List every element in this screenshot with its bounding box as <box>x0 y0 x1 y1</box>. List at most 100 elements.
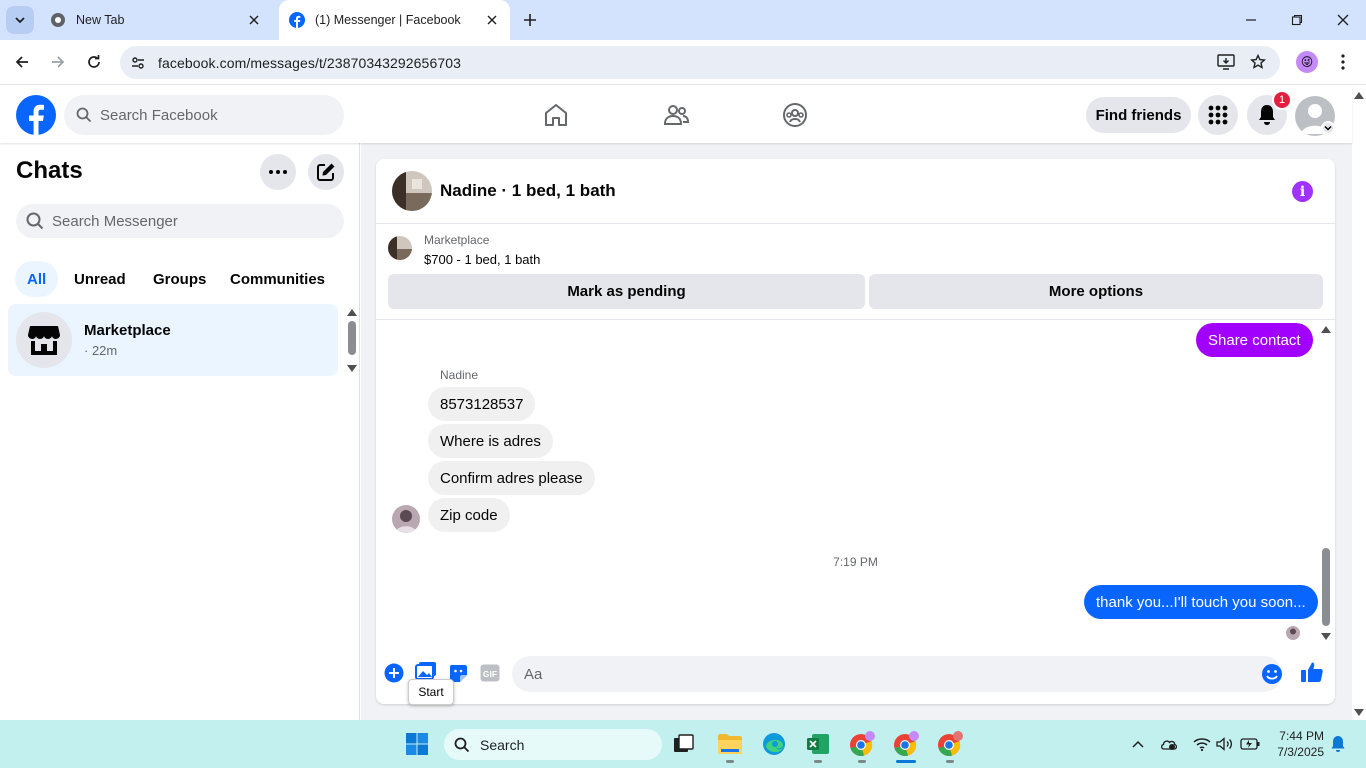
notification-center-button[interactable] <box>1328 734 1348 754</box>
chrome-profile-2-button[interactable] <box>890 728 922 760</box>
task-view-button[interactable] <box>668 728 700 760</box>
find-friends-button[interactable]: Find friends <box>1086 97 1191 133</box>
bell-icon <box>1259 105 1275 125</box>
more-actions-button[interactable] <box>382 661 406 685</box>
message-input-box[interactable] <box>512 656 1282 692</box>
onedrive-tray-icon[interactable] <box>1159 734 1179 754</box>
chat-item-marketplace[interactable]: Marketplace · 22m <box>8 304 338 376</box>
listing-photo <box>388 236 412 260</box>
windows-taskbar: Search 7:44 PM 7/3/2025 <box>0 720 1366 768</box>
chats-scroll-up[interactable] <box>347 308 357 316</box>
messages-scroll-up[interactable] <box>1321 325 1331 333</box>
account-caret[interactable] <box>1321 121 1335 135</box>
excel-button[interactable] <box>802 728 834 760</box>
message-incoming[interactable]: 8573128537 <box>428 387 536 421</box>
tab-messenger[interactable]: (1) Messenger | Facebook <box>279 0 510 40</box>
chats-options-button[interactable] <box>260 154 296 190</box>
url-text: facebook.com/messages/t/2387034329265670… <box>158 54 461 71</box>
new-tab-button[interactable] <box>518 8 542 32</box>
chats-scroll-thumb[interactable] <box>348 321 356 355</box>
gif-button[interactable]: GIF <box>478 661 502 685</box>
sender-photo <box>392 505 420 533</box>
filter-groups[interactable]: Groups <box>141 261 218 297</box>
close-tab-icon[interactable] <box>484 12 500 28</box>
page-scrollbar[interactable] <box>1352 86 1366 720</box>
like-button[interactable] <box>1300 660 1324 684</box>
chats-scroll-down[interactable] <box>347 364 357 372</box>
close-tab-icon[interactable] <box>246 12 262 28</box>
messages-scroll-thumb[interactable] <box>1322 548 1330 626</box>
filter-all[interactable]: All <box>15 261 59 297</box>
conversation-panel: Nadine · 1 bed, 1 bath i Marketplace $70… <box>376 159 1335 704</box>
file-explorer-button[interactable] <box>714 728 746 760</box>
close-window-button[interactable] <box>1320 0 1366 40</box>
more-horizontal-icon <box>269 170 287 174</box>
new-message-button[interactable] <box>308 154 344 190</box>
reload-button[interactable] <box>82 50 106 74</box>
filter-communities[interactable]: Communities <box>218 261 337 297</box>
back-button[interactable] <box>10 50 34 74</box>
clock-date: 7/3/2025 <box>1277 745 1324 759</box>
chevron-up-icon <box>1132 740 1144 748</box>
start-button[interactable] <box>401 728 433 760</box>
page-scroll-up[interactable] <box>1354 91 1364 99</box>
filter-unread[interactable]: Unread <box>62 261 138 297</box>
storefront-icon <box>28 326 60 355</box>
mark-as-pending-button[interactable]: Mark as pending <box>388 274 865 309</box>
volume-tray-icon[interactable] <box>1215 734 1235 754</box>
tab-new-tab[interactable]: New Tab <box>40 0 272 40</box>
system-clock[interactable]: 7:44 PM 7/3/2025 <box>1268 728 1324 760</box>
forward-button[interactable] <box>46 50 70 74</box>
nav-home[interactable] <box>539 98 573 132</box>
address-bar[interactable]: facebook.com/messages/t/2387034329265670… <box>120 46 1280 79</box>
edge-button[interactable] <box>758 728 790 760</box>
menu-button[interactable] <box>1198 95 1238 135</box>
wifi-icon <box>1193 738 1211 751</box>
chrome-profile-1-button[interactable] <box>846 728 878 760</box>
messenger-search[interactable] <box>16 204 344 238</box>
browser-profile-avatar[interactable]: 😜 <box>1296 51 1318 73</box>
page-scroll-down[interactable] <box>1354 708 1364 716</box>
wifi-tray-icon[interactable] <box>1192 734 1212 754</box>
emoji-button[interactable] <box>1260 662 1284 686</box>
listing-avatar[interactable] <box>392 171 432 211</box>
plus-circle-icon <box>384 663 404 683</box>
speaker-icon <box>1216 737 1233 751</box>
show-hidden-icons-button[interactable] <box>1128 734 1148 754</box>
chat-item-time: · 22m <box>84 343 118 358</box>
taskbar-search[interactable]: Search <box>444 729 662 760</box>
conversation-title[interactable]: Nadine · 1 bed, 1 bath <box>440 181 616 201</box>
running-indicator <box>814 760 822 763</box>
sender-avatar[interactable] <box>392 505 420 533</box>
message-outgoing[interactable]: thank you...I'll touch you soon... <box>1084 585 1318 619</box>
listing-title[interactable]: $700 - 1 bed, 1 bath <box>424 252 540 267</box>
messenger-search-input[interactable] <box>52 212 252 230</box>
conversation-info-button[interactable]: i <box>1292 181 1313 202</box>
message-share-contact[interactable]: Share contact <box>1196 323 1313 357</box>
browser-menu-button[interactable] <box>1336 51 1350 73</box>
nav-friends[interactable] <box>659 98 693 132</box>
messages-scroll-down[interactable] <box>1321 632 1331 640</box>
site-info-icon[interactable] <box>126 51 150 75</box>
restore-button[interactable] <box>1274 0 1320 40</box>
chrome-profile-3-button[interactable] <box>934 728 966 760</box>
nav-groups[interactable] <box>778 98 812 132</box>
cloud-icon <box>1161 740 1178 750</box>
message-input[interactable] <box>524 665 1224 683</box>
facebook-logo[interactable] <box>16 95 56 135</box>
facebook-search[interactable] <box>64 95 344 135</box>
install-app-icon[interactable] <box>1214 50 1238 74</box>
more-options-button[interactable]: More options <box>869 274 1323 309</box>
message-incoming[interactable]: Confirm adres please <box>428 461 595 495</box>
message-incoming[interactable]: Where is adres <box>428 424 553 458</box>
facebook-search-input[interactable] <box>100 106 300 124</box>
grid-menu-icon <box>1208 105 1228 125</box>
bookmark-star-icon[interactable] <box>1246 50 1270 74</box>
tab-title: New Tab <box>76 13 125 27</box>
message-incoming[interactable]: Zip code <box>428 498 510 532</box>
message-timestamp: 7:19 PM <box>833 555 878 569</box>
minimize-button[interactable] <box>1228 0 1274 40</box>
plus-icon <box>524 14 536 26</box>
tab-search-button[interactable] <box>6 6 34 34</box>
battery-tray-icon[interactable] <box>1240 734 1260 754</box>
